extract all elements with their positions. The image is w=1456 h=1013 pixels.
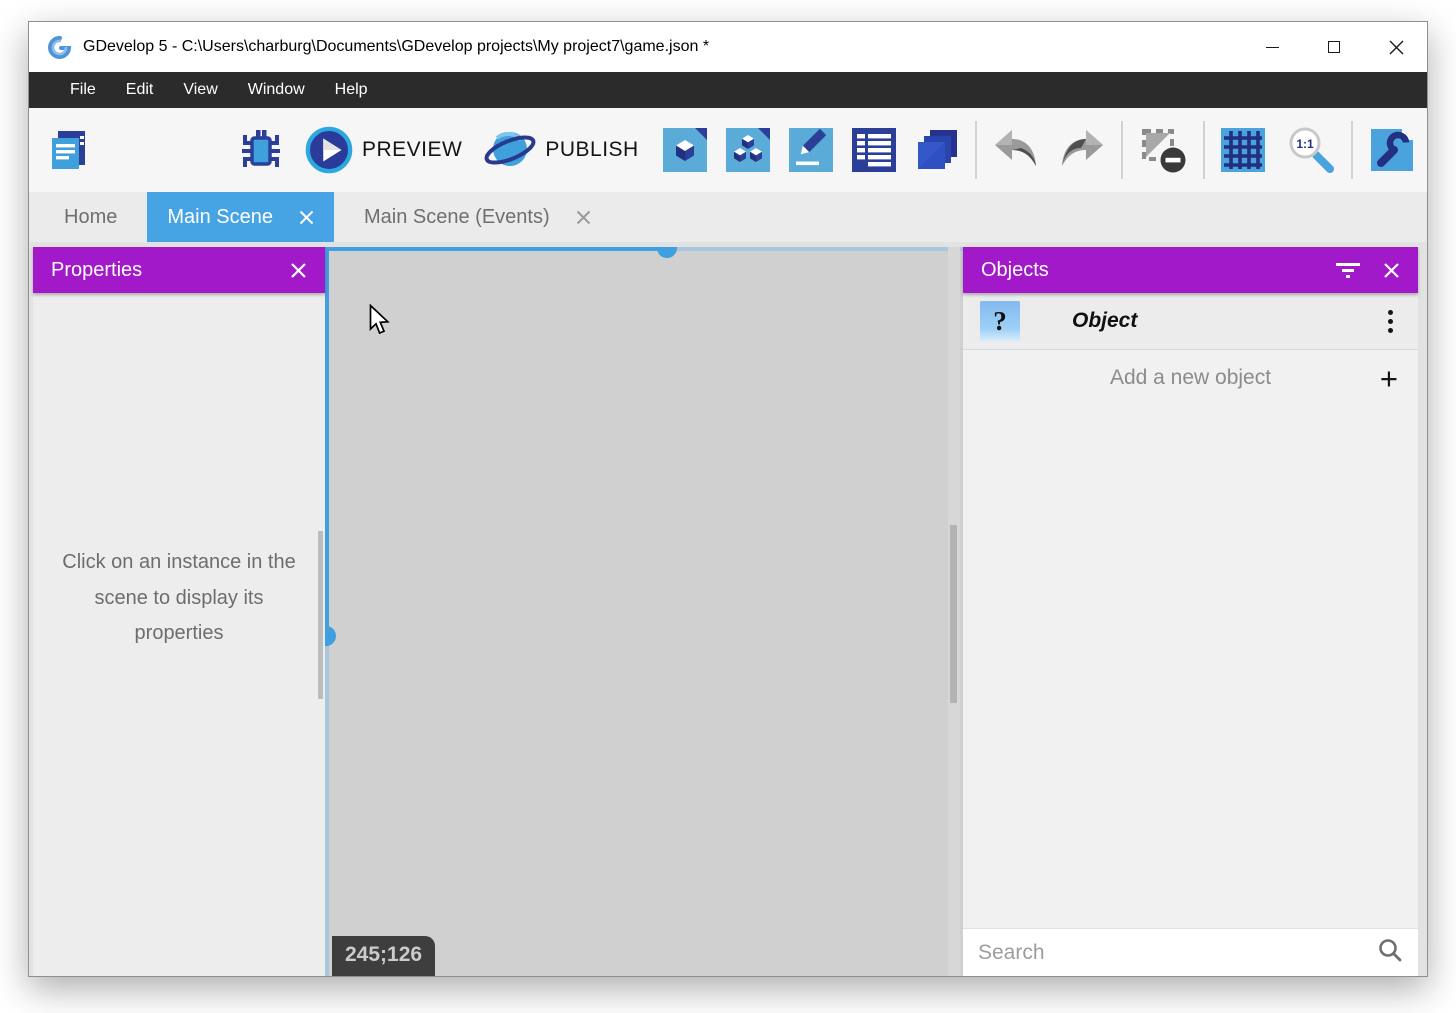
add-object-label: Add a new object xyxy=(983,366,1364,390)
cursor-coordinates-badge: 245;126 xyxy=(332,936,435,976)
filter-button[interactable] xyxy=(1335,262,1361,279)
undo-icon[interactable] xyxy=(991,126,1041,174)
toolbar-divider xyxy=(1203,121,1205,179)
close-icon xyxy=(1389,40,1404,55)
object-thumbnail-icon: ? xyxy=(980,301,1020,341)
filter-icon xyxy=(1335,262,1361,279)
debug-icon[interactable] xyxy=(237,126,285,174)
clear-selection-icon[interactable] xyxy=(1137,126,1189,174)
publish-button-label[interactable]: PUBLISH xyxy=(545,138,638,162)
title-bar: GDevelop 5 - C:\Users\charburg\Documents… xyxy=(29,22,1427,72)
tab-main-scene-events[interactable]: Main Scene (Events) xyxy=(334,192,621,242)
objects-panel: Objects ? Object Add a new object + xyxy=(963,247,1418,976)
edit-scene-pencil-icon[interactable] xyxy=(787,126,835,174)
search-input[interactable] xyxy=(978,941,1377,965)
mouse-cursor-icon xyxy=(369,304,393,341)
preview-play-icon[interactable] xyxy=(305,126,353,174)
menu-file[interactable]: File xyxy=(55,72,111,108)
toolbar-divider xyxy=(1351,121,1353,179)
events-list-icon[interactable] xyxy=(850,126,898,174)
properties-panel-title: Properties xyxy=(51,259,142,282)
maximize-icon xyxy=(1328,41,1340,53)
object-menu-button[interactable] xyxy=(1380,306,1401,337)
main-content: Properties Click on an instance in the s… xyxy=(29,242,1427,976)
grid-icon[interactable] xyxy=(1219,126,1267,174)
canvas-scrollbar[interactable] xyxy=(950,525,957,703)
properties-close-button[interactable] xyxy=(290,262,307,279)
scene-window-border-left-light xyxy=(325,637,329,976)
object-search-bar xyxy=(963,928,1418,976)
add-object-row[interactable]: Add a new object + xyxy=(963,350,1418,406)
menu-edit[interactable]: Edit xyxy=(111,72,169,108)
instances-layers-icon[interactable] xyxy=(913,126,961,174)
app-window: GDevelop 5 - C:\Users\charburg\Documents… xyxy=(28,21,1428,977)
toolbar-divider xyxy=(975,121,977,179)
publish-globe-icon[interactable] xyxy=(484,126,536,174)
scene-window-border-top xyxy=(325,247,667,251)
tab-close-icon[interactable] xyxy=(576,210,591,225)
objects-list-empty-area xyxy=(963,406,1418,928)
toolbar-divider xyxy=(1121,121,1123,179)
properties-panel: Properties Click on an instance in the s… xyxy=(33,247,325,976)
menu-help[interactable]: Help xyxy=(320,72,383,108)
objects-panel-title: Objects xyxy=(981,259,1049,282)
maximize-button[interactable] xyxy=(1303,22,1365,72)
resize-handle-left[interactable] xyxy=(325,626,336,646)
objects-close-button[interactable] xyxy=(1383,262,1400,279)
resize-handle-top[interactable] xyxy=(657,247,677,258)
toolbar: PREVIEW PUBLISH xyxy=(29,108,1427,192)
preview-button-label[interactable]: PREVIEW xyxy=(362,138,462,162)
redo-icon[interactable] xyxy=(1057,126,1107,174)
edit-object-icon[interactable] xyxy=(661,126,709,174)
objects-panel-header: Objects xyxy=(963,247,1418,293)
tab-label: Main Scene (Events) xyxy=(364,206,550,229)
project-manager-icon[interactable] xyxy=(45,126,93,174)
minimize-button[interactable] xyxy=(1241,22,1303,72)
close-icon xyxy=(290,262,307,279)
tab-main-scene[interactable]: Main Scene xyxy=(147,192,334,242)
object-list-item[interactable]: ? Object xyxy=(963,293,1418,350)
menu-view[interactable]: View xyxy=(168,72,232,108)
tab-home[interactable]: Home xyxy=(34,192,147,242)
tab-label: Home xyxy=(64,206,117,229)
menu-bar: File Edit View Window Help xyxy=(29,72,1427,108)
tab-close-icon[interactable] xyxy=(299,210,314,225)
minimize-icon xyxy=(1266,47,1279,48)
menu-window[interactable]: Window xyxy=(233,72,320,108)
window-title: GDevelop 5 - C:\Users\charburg\Documents… xyxy=(83,38,709,56)
properties-panel-header: Properties xyxy=(33,247,325,293)
properties-empty-message: Click on an instance in the scene to dis… xyxy=(33,545,325,652)
tab-label: Main Scene xyxy=(167,206,273,229)
plus-icon[interactable]: + xyxy=(1364,363,1398,394)
scene-window-border-left xyxy=(325,247,329,637)
tab-bar: Home Main Scene Main Scene (Events) xyxy=(29,192,1427,242)
properties-panel-body: Click on an instance in the scene to dis… xyxy=(33,293,325,976)
properties-scrollbar[interactable] xyxy=(318,531,323,699)
objects-groups-icon[interactable] xyxy=(724,126,772,174)
gdevelop-logo-icon xyxy=(46,34,72,60)
project-tools-wrench-icon[interactable] xyxy=(1367,126,1417,174)
svg-text:1:1: 1:1 xyxy=(1296,137,1314,151)
object-name: Object xyxy=(1072,309,1137,333)
close-icon xyxy=(1383,262,1400,279)
scene-window-border-top-light xyxy=(667,247,963,251)
search-icon xyxy=(1377,937,1403,968)
scene-canvas[interactable]: 245;126 xyxy=(325,247,963,976)
close-button[interactable] xyxy=(1365,22,1427,72)
zoom-1-1-icon[interactable]: 1:1 xyxy=(1285,126,1337,174)
